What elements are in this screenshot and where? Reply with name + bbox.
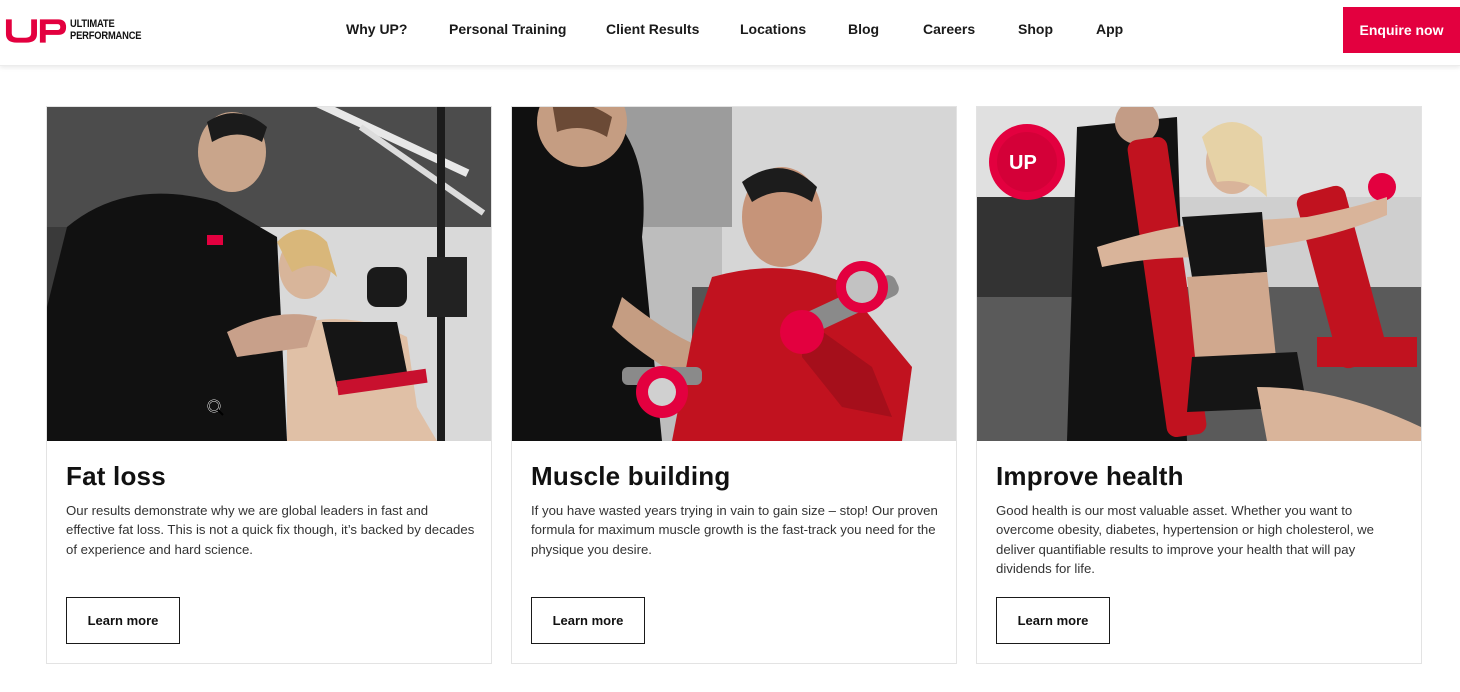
service-card-fat-loss: Fat loss Our results demonstrate why we … — [46, 106, 492, 664]
card-title: Improve health — [996, 461, 1184, 491]
nav-shop[interactable]: Shop — [1018, 21, 1053, 37]
site-header: ULTIMATE PERFORMANCE Why UP? Personal Tr… — [0, 0, 1460, 66]
learn-more-button-muscle-building[interactable]: Learn more — [531, 597, 645, 644]
card-description: Our results demonstrate why we are globa… — [66, 503, 475, 557]
nav-blog[interactable]: Blog — [848, 21, 879, 37]
card-image-fat-loss — [47, 107, 491, 441]
enquire-now-button[interactable]: Enquire now — [1343, 7, 1460, 53]
nav-personal-training[interactable]: Personal Training — [449, 21, 566, 37]
svg-text:UP: UP — [1009, 152, 1037, 174]
photo-trainer-coaching-icon — [47, 107, 491, 441]
learn-more-button-fat-loss[interactable]: Learn more — [66, 597, 180, 644]
card-description: If you have wasted years trying in vain … — [531, 503, 938, 557]
card-image-improve-health: UP — [977, 107, 1421, 441]
zoom-cursor-icon — [207, 399, 224, 416]
card-image-muscle-building — [512, 107, 956, 441]
nav-why-up[interactable]: Why UP? — [346, 21, 407, 37]
card-title: Muscle building — [531, 461, 731, 491]
nav-careers[interactable]: Careers — [923, 21, 975, 37]
service-card-improve-health: UP Improve health Good health is our mos… — [976, 106, 1422, 664]
photo-dumbbell-curl-icon — [512, 107, 956, 441]
card-title: Fat loss — [66, 461, 166, 491]
learn-more-button-improve-health[interactable]: Learn more — [996, 597, 1110, 644]
card-description: Good health is our most valuable asset. … — [996, 503, 1375, 576]
main-nav: Why UP? Personal Training Client Results… — [0, 0, 1460, 60]
photo-lateral-raise-icon: UP — [977, 107, 1421, 441]
nav-locations[interactable]: Locations — [740, 21, 806, 37]
service-card-muscle-building: Muscle building If you have wasted years… — [511, 106, 957, 664]
nav-client-results[interactable]: Client Results — [606, 21, 699, 37]
nav-app[interactable]: App — [1096, 21, 1123, 37]
